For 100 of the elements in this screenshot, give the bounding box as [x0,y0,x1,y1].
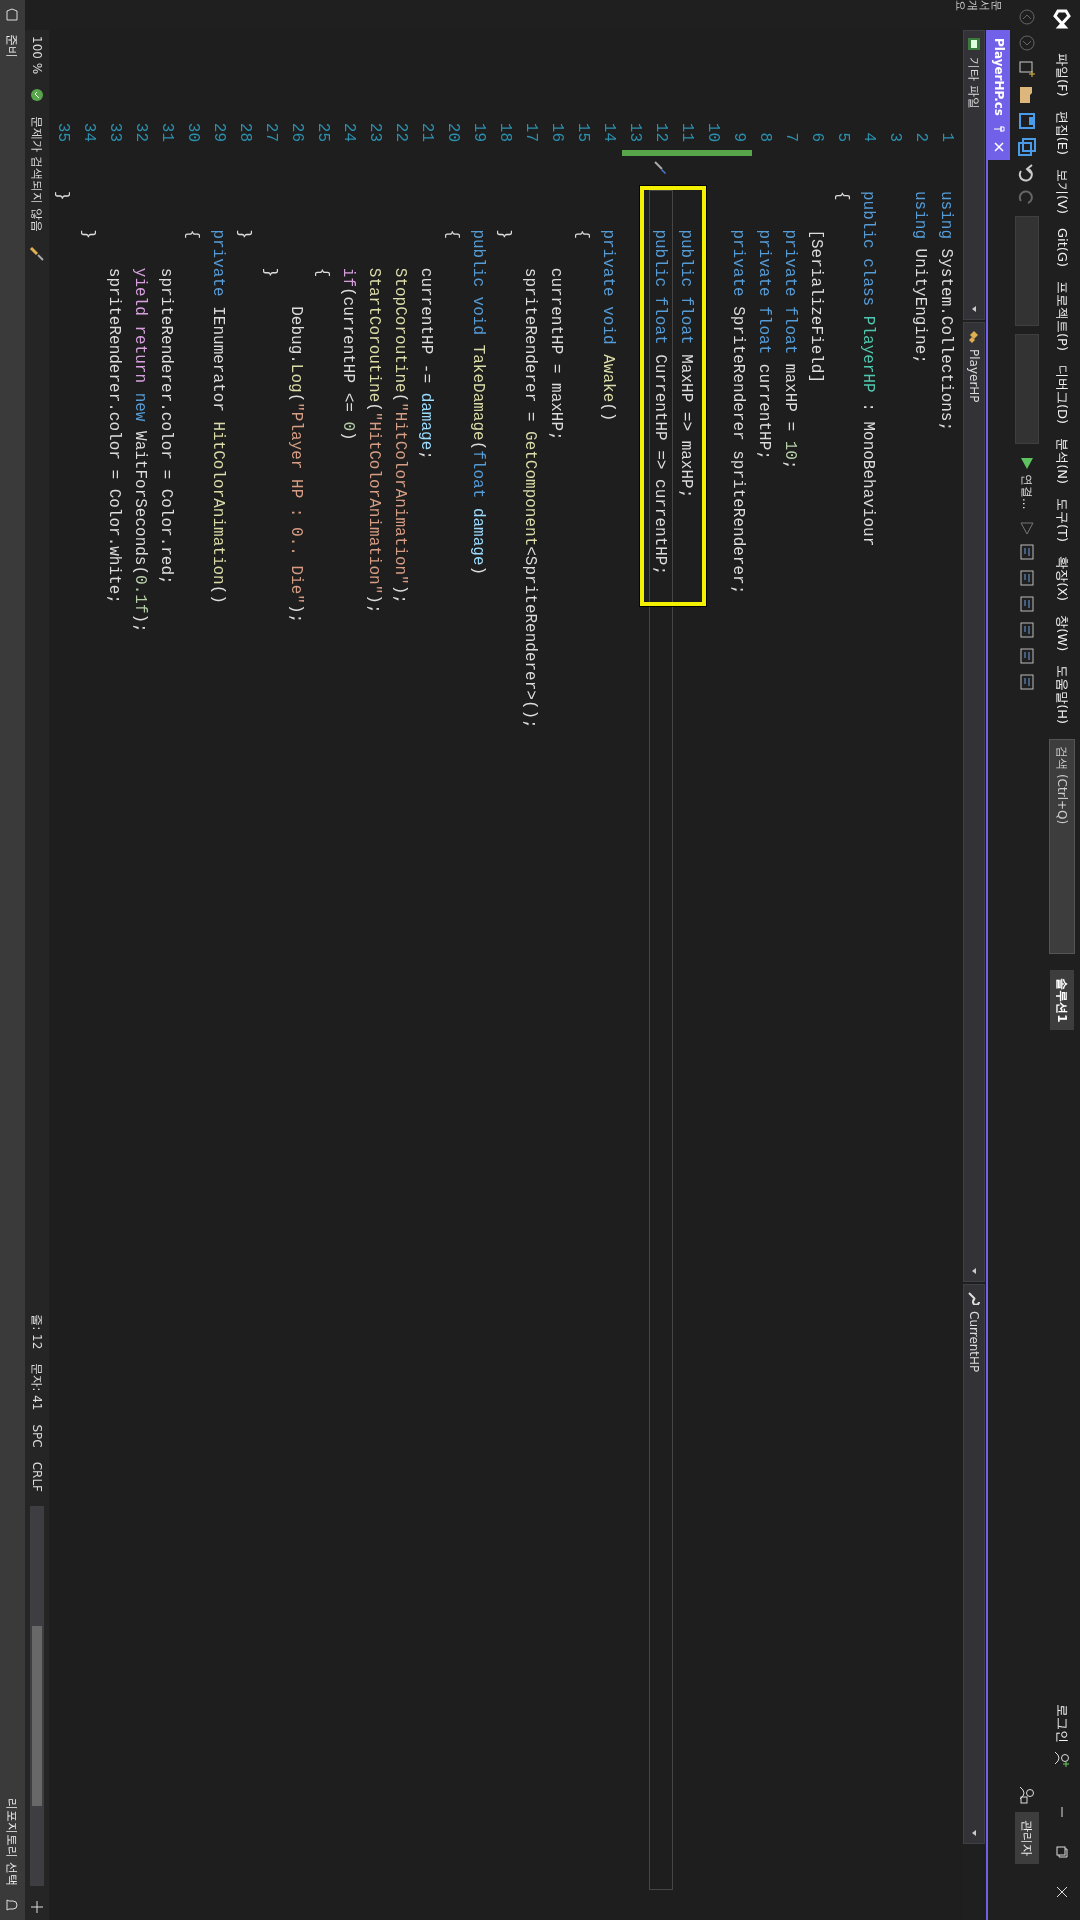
menu-item[interactable]: 확장(X) [1052,549,1072,609]
code-line: { [572,228,592,241]
bell-icon[interactable] [5,1898,20,1912]
code-line: { [442,228,462,241]
code-line: public class PlayerHP : MonoBehaviour [858,190,878,549]
menu-item[interactable]: 분석(N) [1052,431,1072,492]
menu-item[interactable]: Git(G) [1052,221,1072,275]
menu-item[interactable]: 보기(V) [1052,162,1072,222]
code-line: } [78,228,98,241]
close-icon[interactable] [994,141,1004,152]
line-number: 23 [365,121,385,144]
file-tab[interactable]: PlayerHP.cs [988,30,1010,160]
line-number: 34 [79,121,99,144]
code-line: spriteRenderer.color = Color.red; [156,266,176,587]
project-dropdown[interactable]: 기타 파일 [963,30,985,320]
menu-item[interactable]: 편집(E) [1052,103,1072,162]
login-link[interactable]: 로그인 [1052,1697,1072,1750]
column-indicator: 문자: 41 [29,1363,45,1411]
line-number: 25 [313,121,333,144]
save-icon[interactable] [1018,112,1036,130]
code-line: } [260,266,280,280]
code-line: private IEnumerator HitColorAnimation() [208,228,228,606]
status-text: 준비 [4,34,21,58]
pin-icon[interactable] [993,123,1005,134]
run-button[interactable]: 연결... [1018,452,1036,514]
line-number: 21 [417,121,437,144]
solution-name: 솔루션1 [1050,970,1074,1031]
back-icon[interactable] [1018,8,1036,26]
line-number: 19 [469,121,489,144]
line-number: 8 [755,131,775,144]
screwdriver-icon[interactable] [653,160,669,176]
line-number: 35 [53,121,73,144]
line-number: 13 [625,121,645,144]
check-circle-icon [30,88,44,103]
repository-selector[interactable]: 리포지토리 선택 [3,1798,22,1886]
code-line: currentHP = maxHP; [546,266,566,443]
line-number: 9 [729,131,749,144]
whitespace-indicator[interactable]: SPC [28,1424,46,1448]
code-line: using System.Collections; [936,190,956,434]
admin-badge: 관리자 [1015,1812,1039,1864]
code-line: } [494,228,514,241]
menu-item[interactable]: 도구(T) [1052,491,1072,550]
class-icon [967,329,981,343]
line-number: 24 [339,121,359,144]
undo-icon[interactable] [1018,164,1036,182]
code-line: currentHP -= damage; [416,266,436,462]
play-icon [1020,456,1034,470]
code-line: { [832,190,852,203]
line-ending-indicator[interactable]: CRLF [28,1461,46,1492]
search-field[interactable]: 검색 (Ctrl+Q) [1049,739,1075,955]
menu-item[interactable]: 창(W) [1052,608,1072,659]
zoom-level[interactable]: 100 % [28,36,46,75]
csharp-file-icon [967,37,981,51]
code-line: spriteRenderer = GetComponent<SpriteRenderer>(); [520,266,540,731]
code-line: spriteRenderer.color = Color.white; [104,266,124,606]
person-add-icon[interactable] [1053,1750,1071,1768]
forward-icon[interactable] [1018,34,1036,52]
code-line: public float MaxHP => maxHP; [676,228,696,501]
menu-item[interactable]: 도움말(H) [1052,658,1072,732]
code-line: [SerializeField] [806,228,826,386]
code-line: private float maxHP = 10; [780,228,800,472]
code-line: private void Awake() [598,228,618,424]
menu-item[interactable]: 디버그(D) [1052,358,1072,432]
issues-status[interactable]: 문제가 검색되지 않음 [28,116,46,232]
code-line: StartCoroutine("HitColorAnimation"); [364,266,384,616]
line-number: 26 [287,121,307,144]
person-feedback-icon[interactable] [1018,1786,1036,1804]
code-line: } [52,190,72,203]
code-line: public void TakeDamage(float damage) [468,228,488,578]
line-number: 18 [495,121,515,144]
dropdown-caret-icon [970,1267,978,1275]
save-all-icon[interactable] [1018,138,1036,156]
new-item-icon[interactable] [1018,60,1036,78]
code-line: { [182,228,202,241]
code-line: StopCoroutine("HitColorAnimation"); [390,266,410,606]
member-dropdown[interactable]: CurrentHP [963,1284,985,1844]
brush-icon[interactable] [29,245,45,262]
side-tab[interactable]: 문서 개요 [953,0,1002,11]
line-number: 5 [833,131,853,144]
line-number: 30 [183,121,203,144]
line-number: 7 [781,131,801,144]
notification-icon [5,8,20,22]
line-number: 20 [443,121,463,144]
scroll-thumb[interactable] [32,1626,42,1806]
code-line: Debug.Log("Player HP : 0.. Die"); [286,305,306,626]
code-line: if(currentHP <= 0) [338,266,358,443]
line-indicator: 줄: 12 [29,1314,45,1350]
line-number: 6 [807,131,827,144]
line-number: 17 [521,121,541,144]
split-icon[interactable] [30,1900,44,1914]
play-outline-icon[interactable] [1020,521,1034,536]
menu-item[interactable]: 프로젝트(P) [1052,274,1072,358]
dropdown-caret-icon [970,1829,978,1837]
menu-item[interactable]: 파일(F) [1052,46,1072,104]
horizontal-scrollbar[interactable] [30,1506,44,1886]
line-number: 1 [937,131,957,144]
line-number: 27 [261,121,281,144]
logo-icon [1051,8,1073,30]
code-line: using UnityEngine; [910,190,930,366]
type-dropdown[interactable]: PlayerHP [963,322,985,1282]
